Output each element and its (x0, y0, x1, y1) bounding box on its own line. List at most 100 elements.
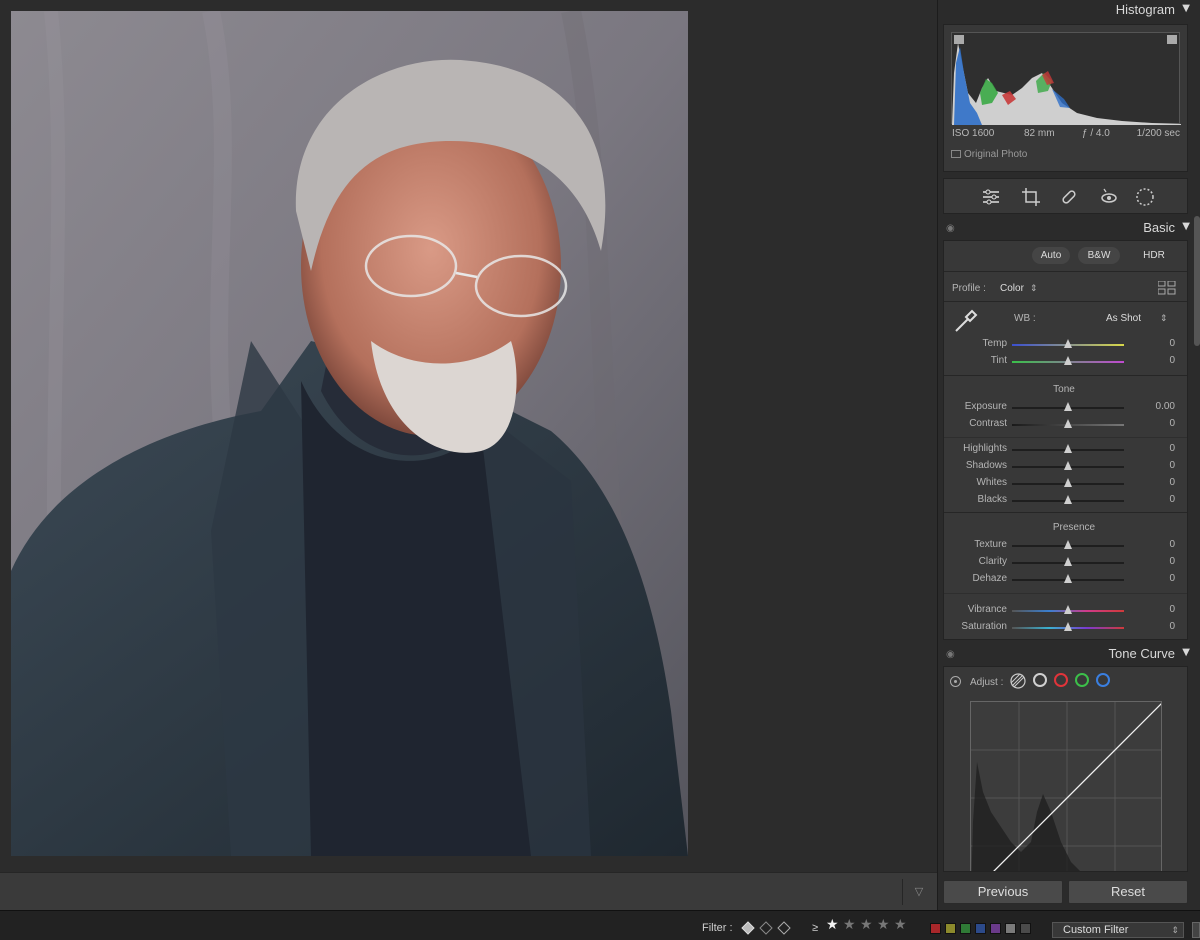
texture-thumb[interactable] (1064, 540, 1072, 549)
shadow-clipping-icon[interactable] (954, 35, 964, 44)
highlights-slider[interactable]: Highlights 0 (944, 442, 1187, 458)
flag-filter-icons[interactable] (740, 920, 792, 936)
photo-canvas[interactable] (0, 0, 937, 872)
original-photo-checkbox[interactable] (951, 150, 961, 158)
shadows-slider[interactable]: Shadows 0 (944, 459, 1187, 475)
tint-value[interactable]: 0 (1169, 355, 1175, 366)
point-curve-green-icon[interactable] (1075, 673, 1089, 687)
tone-curve-graph[interactable] (970, 701, 1162, 871)
blacks-label: Blacks (977, 494, 1007, 505)
visibility-eye-icon[interactable]: ◉ (946, 223, 955, 234)
histogram-graph[interactable] (951, 32, 1181, 125)
eyedropper-icon[interactable] (952, 307, 980, 335)
clarity-thumb[interactable] (1064, 557, 1072, 566)
color-label-blue[interactable] (975, 923, 986, 934)
auto-button[interactable]: Auto (1032, 247, 1070, 264)
point-curve-white-icon[interactable] (1033, 673, 1047, 687)
crop-icon[interactable] (1020, 186, 1042, 208)
vibrance-slider[interactable]: Vibrance 0 (944, 603, 1187, 619)
basic-header[interactable]: ◉ Basic ▼ (938, 218, 1195, 240)
temp-value[interactable]: 0 (1169, 338, 1175, 349)
profile-updown-icon[interactable]: ⇕ (1030, 283, 1038, 294)
clarity-slider[interactable]: Clarity 0 (944, 555, 1187, 571)
point-curve-red-icon[interactable] (1054, 673, 1068, 687)
profile-select[interactable]: Color (1000, 283, 1024, 294)
exposure-slider[interactable]: Exposure 0.00 (944, 400, 1187, 416)
original-photo-toggle[interactable]: Original Photo (951, 149, 1027, 160)
visibility-eye-icon[interactable]: ◉ (946, 649, 955, 660)
toolbar-dropdown-icon[interactable]: ▽ (909, 883, 929, 901)
wb-updown-icon[interactable]: ⇕ (1160, 313, 1168, 324)
masking-icon[interactable] (1134, 186, 1156, 208)
photo-preview[interactable] (11, 11, 688, 856)
whites-value[interactable]: 0 (1169, 477, 1175, 488)
tint-slider[interactable]: Tint 0 (944, 354, 1187, 370)
wb-label: WB : (1014, 313, 1036, 324)
custom-filter-select[interactable]: Custom Filter ⇕ (1052, 922, 1184, 938)
shadows-value[interactable]: 0 (1169, 460, 1175, 471)
blacks-thumb[interactable] (1064, 495, 1072, 504)
color-label-yellow[interactable] (945, 923, 956, 934)
contrast-thumb[interactable] (1064, 419, 1072, 428)
star-4-icon[interactable]: ★ (877, 918, 890, 932)
color-label-red[interactable] (930, 923, 941, 934)
blacks-value[interactable]: 0 (1169, 494, 1175, 505)
target-adjust-icon[interactable] (950, 676, 961, 687)
point-curve-blue-icon[interactable] (1096, 673, 1110, 687)
vibrance-value[interactable]: 0 (1169, 604, 1175, 615)
collapse-triangle-icon[interactable]: ▼ (1182, 221, 1190, 232)
contrast-value[interactable]: 0 (1169, 418, 1175, 429)
previous-button[interactable]: Previous (943, 880, 1063, 904)
contrast-slider[interactable]: Contrast 0 (944, 417, 1187, 433)
dehaze-value[interactable]: 0 (1169, 573, 1175, 584)
filter-lock-icon[interactable] (1192, 922, 1200, 938)
shutter-value: 1/200 sec (1136, 128, 1180, 139)
temp-thumb[interactable] (1064, 339, 1072, 348)
saturation-slider[interactable]: Saturation 0 (944, 620, 1187, 636)
histogram-header[interactable]: Histogram ▼ (938, 0, 1195, 22)
texture-value[interactable]: 0 (1169, 539, 1175, 550)
vibrance-thumb[interactable] (1064, 605, 1072, 614)
color-label-purple[interactable] (990, 923, 1001, 934)
texture-slider[interactable]: Texture 0 (944, 538, 1187, 554)
wb-select[interactable]: As Shot (1106, 313, 1141, 324)
parametric-curve-icon[interactable] (1010, 673, 1026, 689)
red-eye-icon[interactable] (1098, 186, 1120, 208)
histogram-title: Histogram (1115, 2, 1175, 17)
shadows-thumb[interactable] (1064, 461, 1072, 470)
star-5-icon[interactable]: ★ (894, 918, 907, 932)
saturation-thumb[interactable] (1064, 622, 1072, 631)
healing-icon[interactable] (1058, 186, 1080, 208)
tone-curve-header[interactable]: ◉ Tone Curve ▼ (938, 644, 1195, 666)
clarity-value[interactable]: 0 (1169, 556, 1175, 567)
color-label-green[interactable] (960, 923, 971, 934)
saturation-value[interactable]: 0 (1169, 621, 1175, 632)
star-1-icon[interactable]: ★ (826, 918, 839, 932)
highlights-thumb[interactable] (1064, 444, 1072, 453)
tint-thumb[interactable] (1064, 356, 1072, 365)
exposure-thumb[interactable] (1064, 402, 1072, 411)
edit-sliders-icon[interactable] (980, 186, 1002, 208)
texture-label: Texture (974, 539, 1007, 550)
profile-browser-grid-icon[interactable] (1157, 280, 1176, 295)
rating-operator[interactable]: ≥ (812, 922, 818, 934)
whites-slider[interactable]: Whites 0 (944, 476, 1187, 492)
highlights-value[interactable]: 0 (1169, 443, 1175, 454)
color-label-none[interactable] (1020, 923, 1031, 934)
whites-thumb[interactable] (1064, 478, 1072, 487)
color-label-custom[interactable] (1005, 923, 1016, 934)
reset-button[interactable]: Reset (1068, 880, 1188, 904)
blacks-slider[interactable]: Blacks 0 (944, 493, 1187, 509)
hdr-button[interactable]: HDR (1134, 247, 1174, 264)
temp-slider[interactable]: Temp 0 (944, 337, 1187, 353)
dehaze-slider[interactable]: Dehaze 0 (944, 572, 1187, 588)
highlight-clipping-icon[interactable] (1167, 35, 1177, 44)
collapse-triangle-icon[interactable]: ▼ (1182, 3, 1190, 14)
star-2-icon[interactable]: ★ (843, 918, 856, 932)
collapse-triangle-icon[interactable]: ▼ (1182, 647, 1190, 658)
bw-button[interactable]: B&W (1078, 247, 1120, 264)
histogram-panel: ISO 1600 82 mm ƒ / 4.0 1/200 sec Origina… (943, 24, 1188, 172)
star-3-icon[interactable]: ★ (860, 918, 873, 932)
dehaze-thumb[interactable] (1064, 574, 1072, 583)
exposure-value[interactable]: 0.00 (1156, 401, 1175, 412)
